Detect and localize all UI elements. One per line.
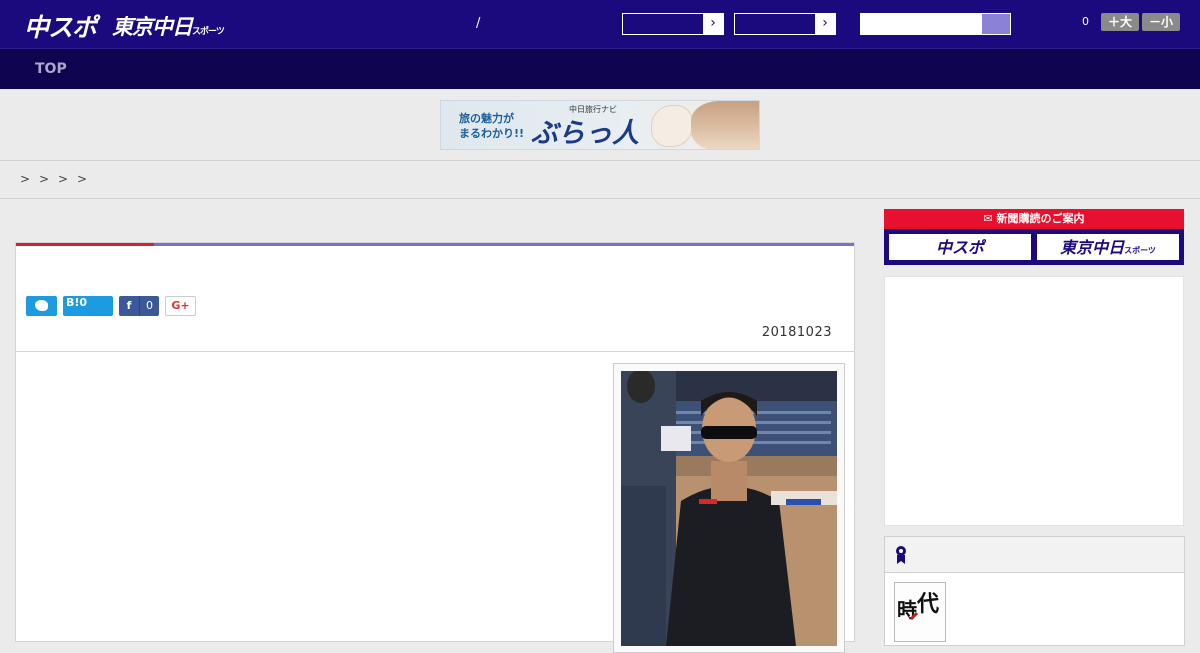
chevron-right-icon: ›: [703, 14, 723, 34]
breadcrumb-separator: >: [20, 172, 31, 186]
category-select[interactable]: ›: [622, 13, 724, 35]
logo-text-small: スポーツ: [192, 27, 225, 37]
breadcrumb-separator: >: [77, 172, 88, 186]
travel-ad-banner[interactable]: 旅の魅力が まるわかり!! 中日旅行ナビ ぶらっ人: [440, 100, 760, 150]
banner-line2: まるわかり!!: [459, 127, 525, 140]
accent-bar-red: [16, 243, 154, 246]
article-card: B!0 f 0 G+ 20181023: [15, 242, 855, 653]
medal-icon: [896, 546, 906, 564]
article-date: 20181023: [761, 325, 832, 340]
svg-text:代: 代: [916, 591, 939, 617]
font-smaller-button[interactable]: －小: [1142, 13, 1180, 31]
article-divider: [16, 351, 854, 352]
banner-headline: 旅の魅力が まるわかり!!: [459, 111, 524, 141]
subscribe-option-label: 東京中日: [1060, 238, 1125, 257]
tokyo-chunichi-logo[interactable]: 東京中日スポーツ: [112, 11, 225, 41]
calligraphy-image: 時 代: [895, 583, 945, 641]
subscription-box: ✉ 新聞購読のご案内 中スポ 東京中日スポーツ: [884, 209, 1184, 265]
twitter-share-button[interactable]: [26, 296, 57, 316]
subscription-title: ✉ 新聞購読のご案内: [884, 209, 1184, 229]
google-plus-button[interactable]: G+: [165, 296, 196, 316]
header-separator: /: [476, 16, 481, 31]
newspaper-icon: ✉: [983, 212, 997, 225]
hatena-bookmark-button[interactable]: B!0: [63, 296, 113, 316]
nav-item-top[interactable]: TOP: [35, 61, 67, 77]
font-bigger-button[interactable]: ＋大: [1101, 13, 1139, 31]
breadcrumb-separator: >: [58, 172, 69, 186]
facebook-icon[interactable]: f: [119, 296, 139, 316]
boxer-photo-illustration: [621, 371, 837, 646]
site-header: 中スポ 東京中日スポーツ / › › 0 ＋大 －小: [0, 0, 1200, 48]
sidebar-ad[interactable]: [884, 276, 1184, 526]
ranking-header: [885, 537, 1184, 573]
font-size-counter: 0: [1082, 15, 1089, 28]
facebook-count[interactable]: 0: [139, 296, 159, 316]
chevron-right-icon: ›: [815, 14, 835, 34]
subcategory-select[interactable]: ›: [734, 13, 836, 35]
article-photo-frame: [613, 363, 845, 653]
main-nav: TOP: [0, 48, 1200, 89]
banner-brand: ぶらっ人: [531, 118, 639, 149]
search-input[interactable]: [860, 13, 1011, 35]
breadcrumb-separator: >: [39, 172, 50, 186]
subscription-title-text: 新聞購読のご案内: [996, 212, 1085, 225]
banner-area: 旅の魅力が まるわかり!! 中日旅行ナビ ぶらっ人: [0, 89, 1200, 161]
breadcrumb: > > > >: [0, 161, 1200, 199]
chuspo-logo[interactable]: 中スポ: [24, 8, 97, 44]
search-button[interactable]: [982, 14, 1010, 34]
hatena-count: 0: [79, 296, 88, 309]
svg-text:時: 時: [897, 598, 917, 622]
logo-text: 東京中日: [112, 15, 193, 39]
article-photo[interactable]: [621, 371, 837, 646]
subscribe-chuspo-button[interactable]: 中スポ: [888, 233, 1032, 261]
subscribe-tokyo-chunichi-button[interactable]: 東京中日スポーツ: [1036, 233, 1180, 261]
twitter-bird-icon: [35, 300, 48, 311]
banner-line1: 旅の魅力が: [459, 112, 514, 125]
subscribe-option-small: スポーツ: [1124, 246, 1156, 255]
article-accent-bar: [16, 243, 854, 246]
seashell-image: [651, 105, 693, 147]
hatena-bookmark-icon: B!: [66, 296, 80, 309]
model-photo: [691, 101, 759, 149]
ranking-thumbnail[interactable]: 時 代: [894, 582, 946, 642]
